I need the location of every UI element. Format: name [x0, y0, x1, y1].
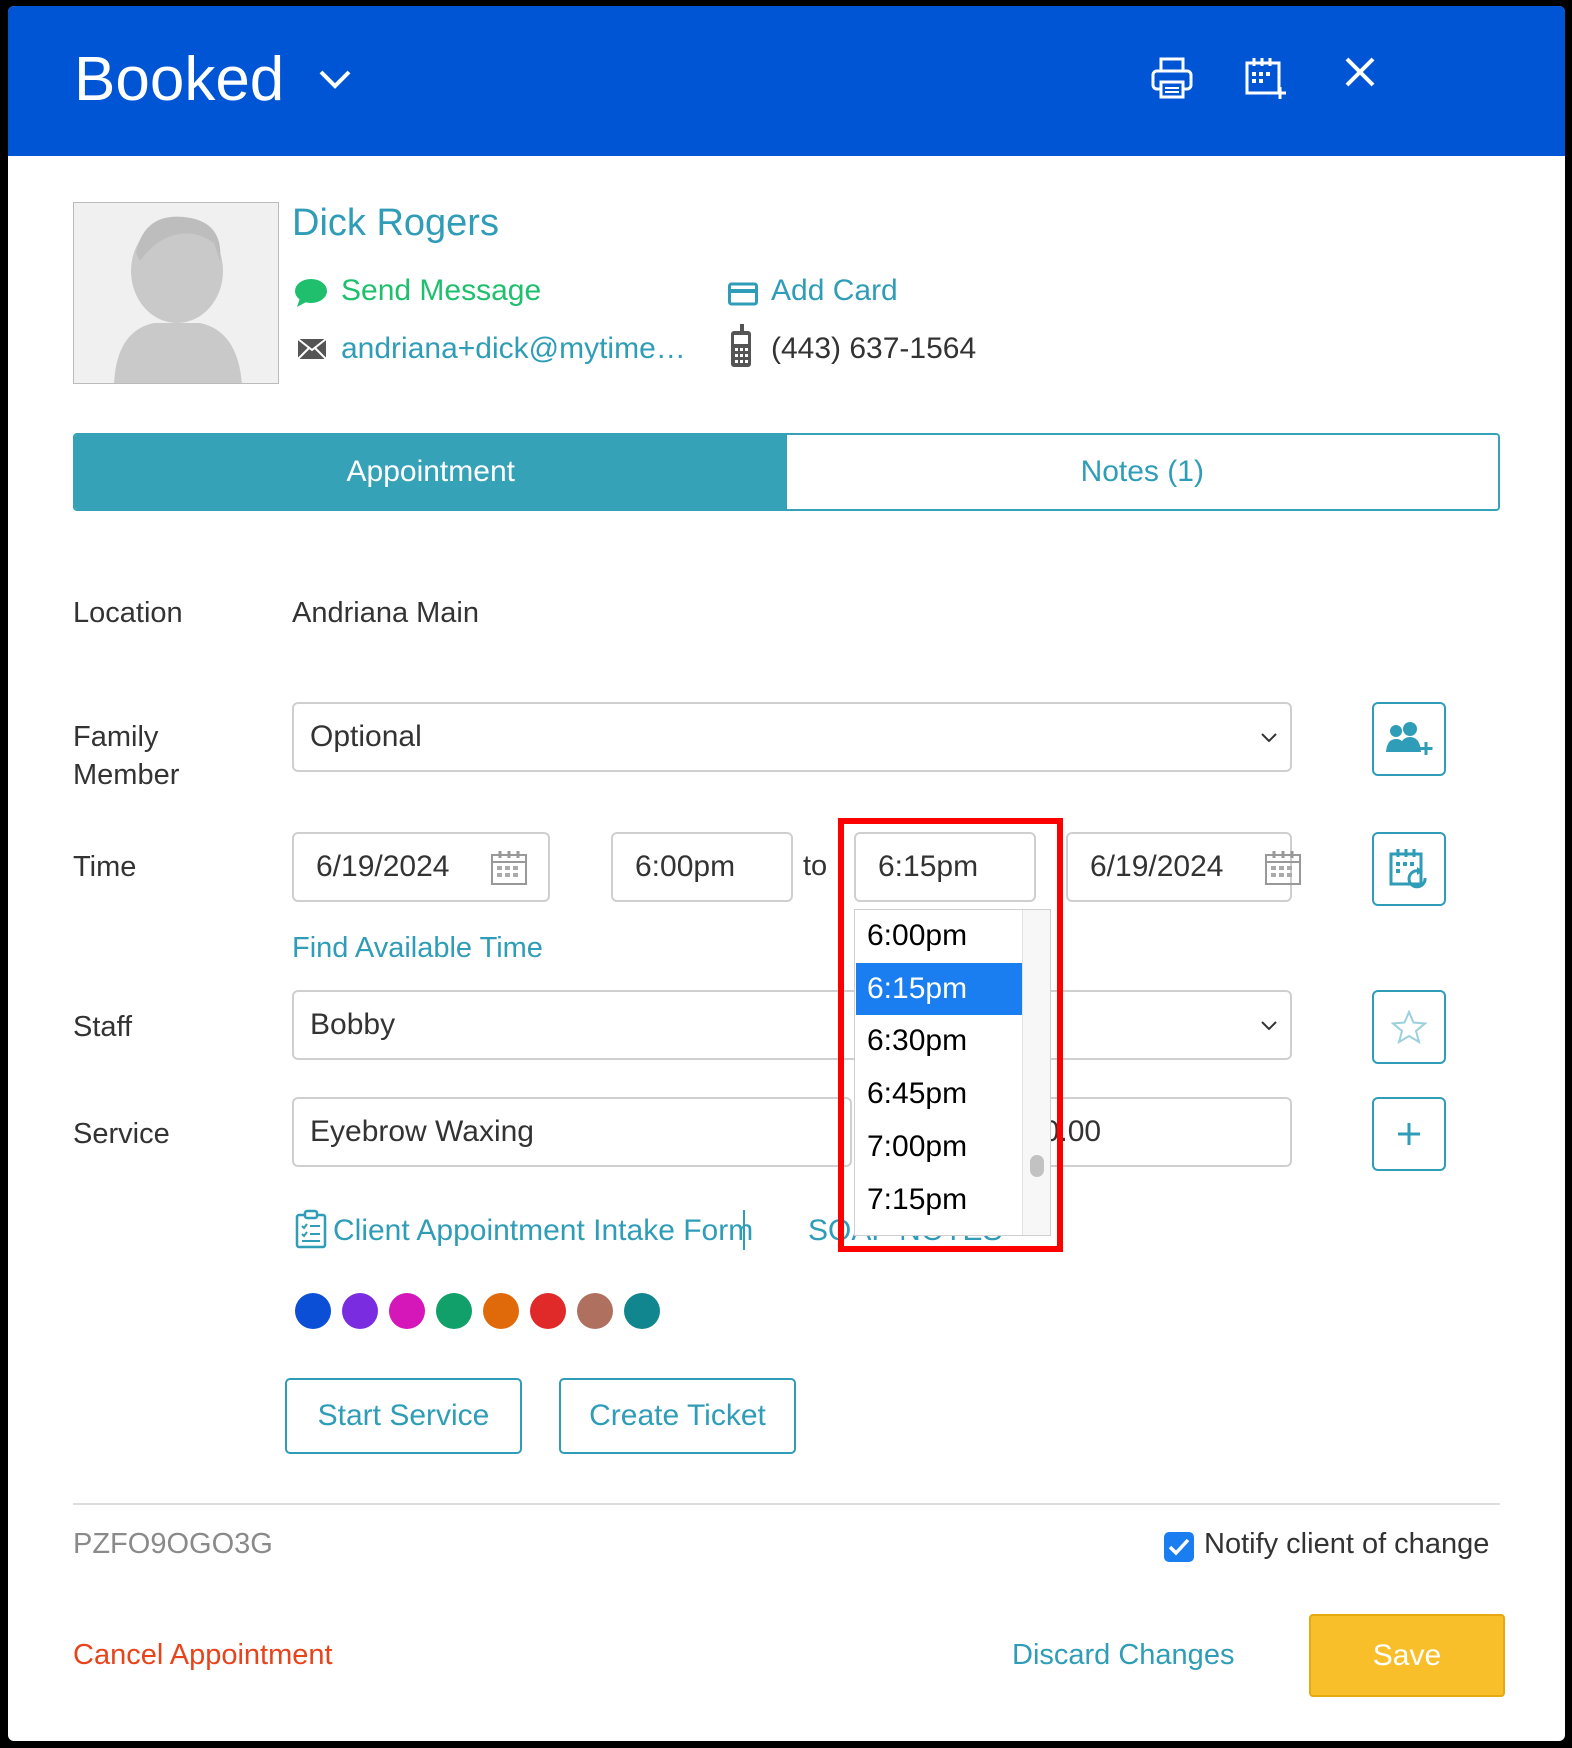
plus-icon	[1398, 1123, 1420, 1145]
color-dot-purple[interactable]	[342, 1293, 378, 1329]
family-member-label: Family Member	[73, 718, 179, 794]
color-dot-orange[interactable]	[483, 1293, 519, 1329]
add-service-button[interactable]	[1372, 1097, 1446, 1171]
status-title[interactable]: Booked	[74, 44, 284, 115]
family-label-line-2: Member	[73, 759, 180, 791]
calendar-add-icon[interactable]	[1244, 56, 1288, 100]
notify-checkbox[interactable]	[1164, 1532, 1194, 1562]
client-name[interactable]: Dick Rogers	[292, 202, 499, 245]
add-card-link[interactable]: Add Card	[771, 274, 898, 308]
service-select[interactable]: Eyebrow Waxing	[292, 1097, 852, 1167]
save-button[interactable]: Save	[1309, 1614, 1505, 1697]
find-available-time-link[interactable]: Find Available Time	[292, 932, 543, 965]
calendar-repeat-icon	[1389, 849, 1427, 889]
start-date-value: 6/19/2024	[316, 850, 450, 883]
send-message-link[interactable]: Send Message	[341, 274, 541, 308]
modal-header: Booked	[8, 6, 1565, 156]
start-time-input[interactable]: 6:00pm	[611, 832, 793, 902]
start-service-button[interactable]: Start Service	[285, 1378, 522, 1454]
avatar	[73, 202, 279, 384]
color-dot-blue[interactable]	[295, 1293, 331, 1329]
location-label: Location	[73, 597, 183, 629]
color-dot-magenta[interactable]	[389, 1293, 425, 1329]
tab-appointment[interactable]: Appointment	[75, 435, 787, 509]
end-date-input[interactable]: 6/19/2024	[1066, 832, 1301, 902]
close-icon[interactable]	[1344, 56, 1376, 88]
clipboard-icon[interactable]	[295, 1209, 327, 1249]
notify-label: Notify client of change	[1204, 1528, 1490, 1560]
client-email-link[interactable]: andriana+dick@mytime…	[341, 332, 686, 366]
calendar-icon[interactable]	[1264, 850, 1302, 886]
location-value: Andriana Main	[292, 597, 479, 629]
booking-code: PZFO9OGO3G	[73, 1528, 273, 1560]
tab-notes[interactable]: Notes (1)	[786, 435, 1498, 509]
service-label: Service	[73, 1118, 170, 1150]
phone-icon	[731, 324, 751, 367]
start-time-value: 6:00pm	[635, 850, 736, 883]
avatar-silhouette-icon	[114, 216, 242, 383]
group-add-icon	[1386, 722, 1433, 755]
envelope-icon	[297, 338, 327, 360]
color-dot-brown[interactable]	[577, 1293, 613, 1329]
time-label: Time	[73, 851, 137, 883]
credit-card-icon[interactable]	[728, 282, 758, 306]
add-family-member-button[interactable]	[1372, 702, 1446, 776]
start-date-input[interactable]: 6/19/2024	[292, 832, 550, 902]
print-icon[interactable]	[1150, 56, 1194, 100]
star-icon	[1391, 1010, 1427, 1044]
chat-bubble-icon[interactable]	[294, 278, 328, 308]
chevron-down-icon[interactable]	[318, 68, 352, 90]
cancel-appointment-link[interactable]: Cancel Appointment	[73, 1639, 333, 1672]
tab-bar: Appointment Notes (1)	[73, 433, 1500, 511]
chevron-down-icon	[1261, 1021, 1277, 1031]
family-label-line-1: Family	[73, 721, 159, 753]
service-value: Eyebrow Waxing	[310, 1115, 534, 1148]
staff-label: Staff	[73, 1011, 133, 1043]
color-dot-teal[interactable]	[624, 1293, 660, 1329]
footer-divider	[73, 1503, 1500, 1505]
intake-form-link[interactable]: Client Appointment Intake Form	[333, 1214, 753, 1248]
end-date-value: 6/19/2024	[1090, 850, 1224, 883]
create-ticket-button[interactable]: Create Ticket	[559, 1378, 796, 1454]
family-member-value: Optional	[310, 720, 422, 753]
link-divider	[743, 1210, 745, 1250]
price-input[interactable]: 40.00	[1036, 1097, 1292, 1167]
staff-select[interactable]: Bobby	[292, 990, 1292, 1060]
color-dot-red[interactable]	[530, 1293, 566, 1329]
appointment-modal: Booked Dick Rogers Send Message Add Card…	[8, 6, 1565, 1741]
client-phone: (443) 637-1564	[771, 332, 977, 365]
discard-changes-link[interactable]: Discard Changes	[1012, 1639, 1234, 1672]
to-separator: to	[803, 850, 828, 882]
checkmark-icon	[1168, 1538, 1190, 1556]
recurring-calendar-button[interactable]	[1372, 832, 1446, 906]
highlight-box	[838, 818, 1063, 1252]
favorite-staff-button[interactable]	[1372, 990, 1446, 1064]
color-dot-green[interactable]	[436, 1293, 472, 1329]
chevron-down-icon	[1261, 733, 1277, 743]
staff-value: Bobby	[310, 1008, 396, 1041]
calendar-icon[interactable]	[490, 850, 528, 886]
family-member-select[interactable]: Optional	[292, 702, 1292, 772]
